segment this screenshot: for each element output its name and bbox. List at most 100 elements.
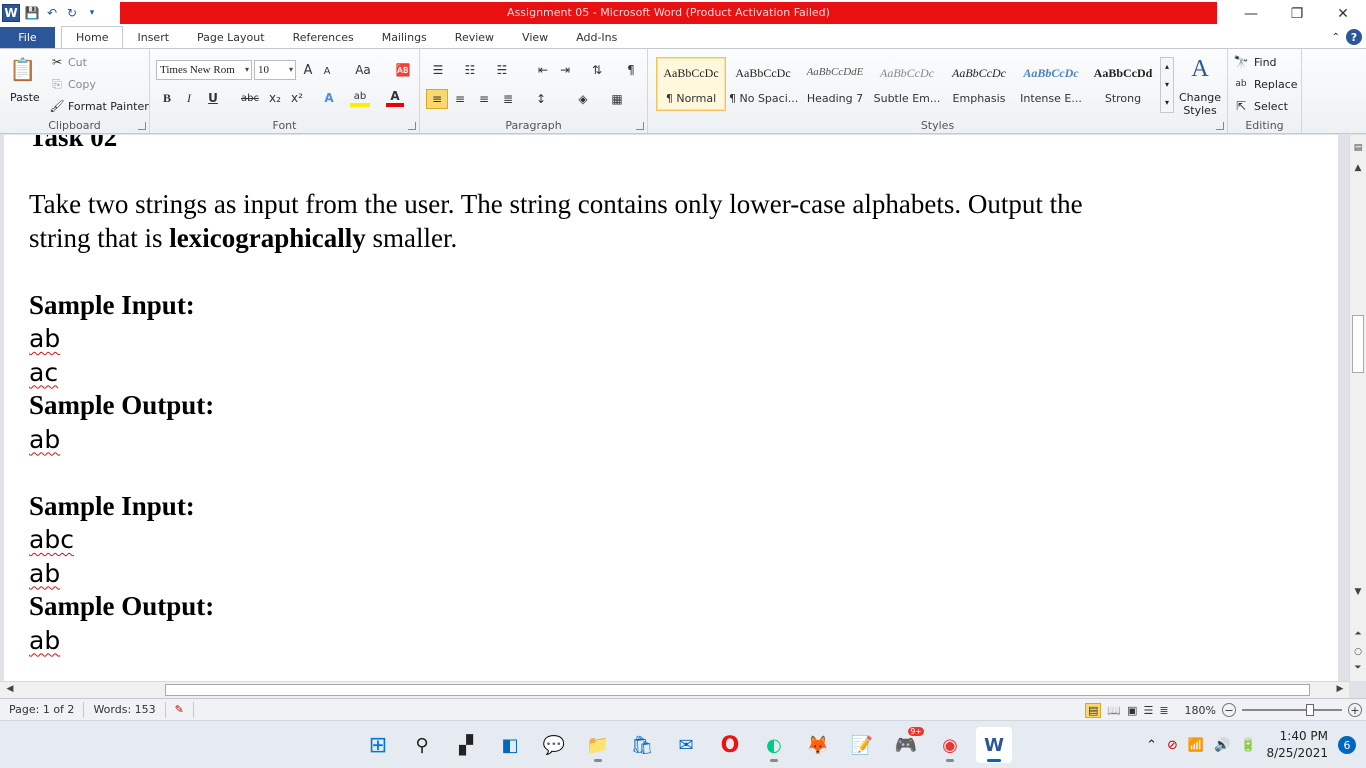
- volume-icon[interactable]: 🔊: [1214, 738, 1230, 753]
- increase-indent-icon[interactable]: ⇥: [556, 61, 574, 79]
- font-name-combo[interactable]: Times New Rom ▾: [156, 60, 252, 80]
- find-icon[interactable]: 🔭: [1234, 55, 1249, 69]
- horizontal-scroll-thumb[interactable]: [165, 684, 1310, 696]
- bullets-icon[interactable]: ☰: [428, 61, 448, 79]
- chrome-icon[interactable]: ◉: [932, 727, 968, 763]
- document-body[interactable]: Task 02 Take two strings as input from t…: [29, 135, 1309, 657]
- zoom-slider[interactable]: [1242, 704, 1342, 716]
- battery-icon[interactable]: 🔋: [1240, 738, 1256, 753]
- bold-button[interactable]: B: [158, 89, 176, 107]
- select-icon[interactable]: ⇱: [1234, 99, 1248, 113]
- zoom-in-button[interactable]: +: [1348, 703, 1362, 717]
- browse-object-icon[interactable]: ○: [1350, 647, 1366, 657]
- format-painter-button[interactable]: Format Painter: [68, 100, 149, 113]
- scroll-right-icon[interactable]: ▶: [1332, 684, 1348, 694]
- opera-icon[interactable]: O: [712, 727, 748, 763]
- shading-icon[interactable]: ◈: [572, 89, 594, 109]
- format-painter-icon[interactable]: 🖌: [49, 99, 64, 113]
- justify-icon[interactable]: ≣: [498, 89, 518, 109]
- draft-icon[interactable]: ≣: [1159, 704, 1168, 717]
- paste-icon[interactable]: 📋: [8, 55, 38, 85]
- collapse-ribbon-icon[interactable]: ⌃: [1332, 32, 1340, 43]
- previous-page-icon[interactable]: ⏶: [1350, 629, 1366, 639]
- replace-icon[interactable]: ab: [1234, 77, 1248, 91]
- next-page-icon[interactable]: ⏷: [1350, 663, 1366, 673]
- style-strong[interactable]: AaBbCcDd Strong: [1088, 57, 1158, 111]
- decrease-indent-icon[interactable]: ⇤: [534, 61, 552, 79]
- widgets-icon[interactable]: ◧: [492, 727, 528, 763]
- page-count[interactable]: Page: 1 of 2: [0, 701, 85, 718]
- edge-icon[interactable]: ◐: [756, 727, 792, 763]
- change-styles-button[interactable]: Change Styles: [1178, 91, 1222, 117]
- font-size-combo[interactable]: 10 ▾: [254, 60, 296, 80]
- scroll-left-icon[interactable]: ◀: [2, 684, 18, 694]
- clock[interactable]: 1:40 PM 8/25/2021: [1266, 728, 1328, 762]
- tab-review[interactable]: Review: [441, 27, 508, 48]
- font-color-button[interactable]: A: [386, 89, 404, 107]
- show-formatting-button[interactable]: ¶: [622, 61, 640, 79]
- superscript-button[interactable]: x²: [288, 89, 306, 107]
- font-launcher-icon[interactable]: [408, 122, 416, 130]
- redo-icon[interactable]: ↻: [64, 5, 80, 21]
- grow-font-button[interactable]: A: [300, 61, 316, 79]
- help-icon[interactable]: ?: [1346, 29, 1362, 45]
- web-layout-icon[interactable]: ▣: [1127, 704, 1137, 717]
- word-app-icon[interactable]: W: [2, 4, 20, 22]
- change-styles-icon[interactable]: A: [1182, 55, 1218, 83]
- style-emphasis[interactable]: AaBbCcDc Emphasis: [944, 57, 1014, 111]
- style-heading-7[interactable]: AaBbCcDdE Heading 7: [800, 57, 870, 111]
- shrink-font-button[interactable]: A: [320, 63, 334, 79]
- undo-icon[interactable]: ↶: [44, 5, 60, 21]
- cut-icon[interactable]: ✂: [50, 55, 64, 69]
- align-left-icon[interactable]: ≡: [426, 89, 448, 109]
- change-case-button[interactable]: Aa: [352, 61, 374, 79]
- notification-badge[interactable]: 6: [1338, 736, 1356, 754]
- tab-page-layout[interactable]: Page Layout: [183, 27, 279, 48]
- highlight-button[interactable]: ab: [350, 89, 370, 107]
- task-view-icon[interactable]: ▞: [448, 727, 484, 763]
- word-icon[interactable]: W: [976, 727, 1012, 763]
- discord-icon[interactable]: 🎮 9+: [888, 727, 924, 763]
- numbering-icon[interactable]: ☷: [460, 61, 480, 79]
- tab-view[interactable]: View: [508, 27, 562, 48]
- line-spacing-icon[interactable]: ↕: [530, 89, 552, 109]
- cut-button[interactable]: Cut: [68, 56, 87, 69]
- subscript-button[interactable]: x₂: [266, 89, 284, 107]
- save-icon[interactable]: 💾: [24, 5, 40, 21]
- styles-launcher-icon[interactable]: [1216, 122, 1224, 130]
- vertical-scroll-thumb[interactable]: [1352, 315, 1364, 373]
- close-button[interactable]: ✕: [1320, 0, 1366, 27]
- notepad-icon[interactable]: 📝: [844, 727, 880, 763]
- style-normal[interactable]: AaBbCcDc ¶ Normal: [656, 57, 726, 111]
- paragraph-launcher-icon[interactable]: [636, 122, 644, 130]
- tab-add-ins[interactable]: Add-Ins: [562, 27, 631, 48]
- customize-qat-icon[interactable]: ▾: [84, 5, 100, 21]
- horizontal-scrollbar[interactable]: ◀ ▶: [0, 681, 1349, 698]
- text-effects-icon[interactable]: A: [320, 89, 338, 107]
- style-subtle-emphasis[interactable]: AaBbCcDc Subtle Em...: [872, 57, 942, 111]
- zoom-slider-thumb[interactable]: [1306, 704, 1314, 716]
- zoom-level[interactable]: 180%: [1185, 704, 1216, 717]
- print-layout-icon[interactable]: ▤: [1084, 702, 1102, 718]
- copy-button[interactable]: Copy: [68, 78, 96, 91]
- replace-button[interactable]: Replace: [1254, 78, 1298, 91]
- clipboard-launcher-icon[interactable]: [138, 122, 146, 130]
- scroll-up-icon[interactable]: ▲: [1350, 163, 1366, 173]
- multilevel-list-icon[interactable]: ☵: [492, 61, 512, 79]
- borders-icon[interactable]: ▦: [606, 89, 628, 109]
- ruler-toggle-icon[interactable]: ▤: [1350, 143, 1366, 153]
- sort-icon[interactable]: ⇅: [588, 61, 606, 79]
- style-no-spacing[interactable]: AaBbCcDc ¶ No Spaci...: [728, 57, 798, 111]
- tab-mailings[interactable]: Mailings: [368, 27, 441, 48]
- tab-file[interactable]: File: [0, 27, 55, 48]
- mail-icon[interactable]: ✉: [668, 727, 704, 763]
- wifi-icon[interactable]: 📶: [1188, 738, 1204, 753]
- search-icon[interactable]: ⚲: [404, 727, 440, 763]
- style-intense-emphasis[interactable]: AaBbCcDc Intense E...: [1016, 57, 1086, 111]
- file-explorer-icon[interactable]: 📁: [580, 727, 616, 763]
- vertical-scrollbar[interactable]: ▤ ▲ ▼ ⏶ ○ ⏷: [1349, 135, 1366, 681]
- restore-button[interactable]: ❐: [1274, 0, 1320, 27]
- strikethrough-button[interactable]: abc: [238, 89, 262, 107]
- document-page[interactable]: Task 02 Take two strings as input from t…: [4, 135, 1338, 681]
- underline-button[interactable]: U: [204, 89, 222, 107]
